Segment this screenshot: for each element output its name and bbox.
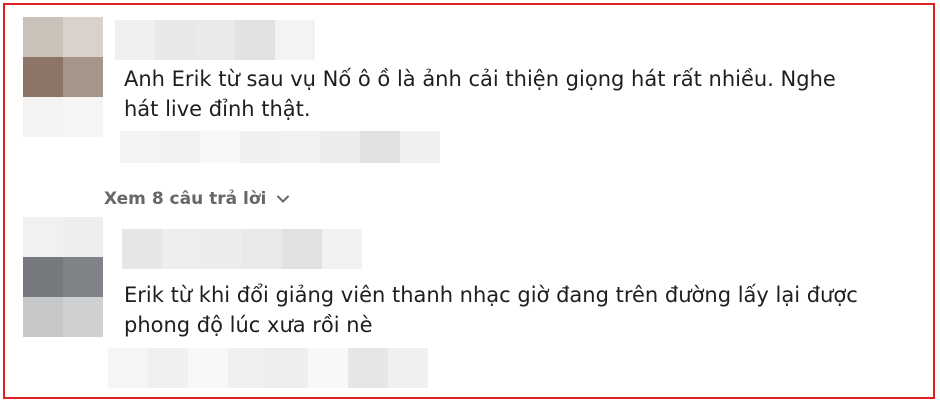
name-pixel <box>242 229 282 269</box>
view-replies-link[interactable]: Xem 8 câu trả lời <box>104 189 290 209</box>
action-pixel <box>280 131 320 163</box>
avatar[interactable] <box>23 217 103 337</box>
avatar-pixel <box>63 297 103 337</box>
action-pixel <box>320 131 360 163</box>
action-pixel <box>160 131 200 163</box>
action-pixel <box>108 348 148 388</box>
avatar-pixel <box>23 257 63 297</box>
name-pixel <box>155 20 195 60</box>
commenter-name-blurred[interactable] <box>115 20 315 60</box>
name-pixel <box>202 229 242 269</box>
comment-text-line: Anh Erik từ sau vụ Nố ô ồ là ảnh cải thi… <box>124 67 836 91</box>
avatar-pixel <box>63 17 103 57</box>
avatar-pixel <box>23 297 63 337</box>
action-pixel <box>308 348 348 388</box>
action-pixel <box>388 348 428 388</box>
name-pixel <box>322 229 362 269</box>
avatar-pixel <box>63 97 103 137</box>
action-pixel <box>240 131 280 163</box>
name-pixel <box>275 20 315 60</box>
comment-text: Anh Erik từ sau vụ Nố ô ồ là ảnh cải thi… <box>124 64 864 124</box>
avatar-pixel <box>23 97 63 137</box>
comment-actions-blurred[interactable] <box>120 131 440 163</box>
name-pixel <box>122 229 162 269</box>
avatar-pixel <box>63 57 103 97</box>
avatar-pixel <box>63 257 103 297</box>
action-pixel <box>200 131 240 163</box>
action-pixel <box>228 348 268 388</box>
name-pixel <box>115 20 155 60</box>
action-pixel <box>348 348 388 388</box>
avatar-pixel <box>23 57 63 97</box>
name-pixel <box>235 20 275 60</box>
comment-actions-blurred[interactable] <box>108 348 428 388</box>
name-pixel <box>162 229 202 269</box>
avatar-pixel <box>63 217 103 257</box>
avatar[interactable] <box>23 17 103 137</box>
avatar-pixel <box>23 17 63 57</box>
action-pixel <box>148 348 188 388</box>
commenter-name-blurred[interactable] <box>122 229 362 269</box>
chevron-down-icon <box>277 195 290 203</box>
view-replies-label: Xem 8 câu trả lời <box>104 189 267 209</box>
name-pixel <box>282 229 322 269</box>
comment-text-line: hát live đỉnh thật. <box>124 97 311 121</box>
comment-text-line: phong độ lúc xưa rồi nè <box>124 313 373 337</box>
action-pixel <box>120 131 160 163</box>
name-pixel <box>195 20 235 60</box>
action-pixel <box>188 348 228 388</box>
action-pixel <box>268 348 308 388</box>
comment-text-line: Erik từ khi đổi giảng viên thanh nhạc gi… <box>124 283 858 307</box>
avatar-pixel <box>23 217 63 257</box>
comment-text: Erik từ khi đổi giảng viên thanh nhạc gi… <box>124 280 864 340</box>
action-pixel <box>400 131 440 163</box>
action-pixel <box>360 131 400 163</box>
